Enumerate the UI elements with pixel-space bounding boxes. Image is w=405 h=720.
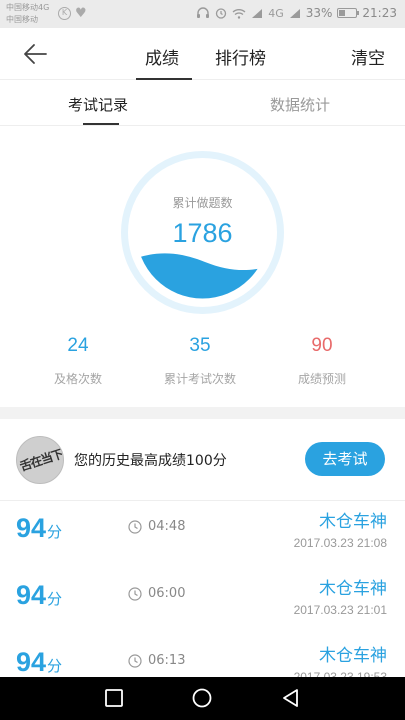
wifi-icon: [232, 8, 246, 19]
tab-score[interactable]: 成绩: [145, 44, 179, 69]
stat-label: 成绩预测: [297, 372, 346, 386]
record-username: 木仓车神: [319, 579, 387, 599]
record-username: 木仓车神: [319, 512, 387, 532]
duration-text: 06:00: [148, 586, 186, 601]
best-score-text: 您的历史最高成绩100分: [74, 453, 227, 469]
system-nav-bar: [0, 677, 405, 720]
duration-text: 06:13: [148, 653, 186, 668]
signal-icon: [252, 8, 263, 18]
top-bar: 成绩 排行榜 清空: [0, 28, 405, 80]
stat-label: 及格次数: [53, 372, 102, 386]
battery-percent: 33%: [305, 6, 333, 20]
back-arrow-icon[interactable]: [22, 42, 48, 66]
record-date: 2017.03.23 21:01: [293, 603, 387, 617]
stat-pass-count: 24 及格次数: [18, 335, 138, 387]
question-count-gauge: 累计做题数 1786: [120, 150, 285, 315]
best-score-row: 舌在当下 您的历史最高成绩100分 去考试: [0, 419, 405, 501]
gauge-value: 1786: [172, 218, 233, 248]
carrier-info: 中国移动4G 中国移动: [6, 2, 49, 26]
stat-value: 90: [311, 335, 333, 356]
clock-icon: [128, 519, 142, 534]
carrier-secondary: 中国移动: [6, 15, 38, 24]
status-bar: 中国移动4G 中国移动 K ♥ 4G 33% 21:23: [0, 0, 405, 28]
subtab-data-statistics[interactable]: 数据统计: [270, 94, 330, 115]
clear-button[interactable]: 清空: [351, 44, 385, 69]
signal-icon-2: [289, 8, 300, 18]
stat-label: 累计考试次数: [163, 372, 236, 386]
nav-back-icon[interactable]: [280, 687, 302, 709]
list-item[interactable]: 94分 06:00 木仓车神 2017.03.23 21:01: [0, 568, 405, 635]
recent-apps-icon[interactable]: [103, 687, 125, 709]
headset-icon: [197, 7, 210, 18]
stat-value: 35: [189, 335, 211, 356]
score-unit: 分: [47, 523, 63, 541]
carrier-primary: 中国移动4G: [6, 3, 50, 12]
record-duration: 06:13: [128, 653, 185, 668]
stat-exam-count: 35 累计考试次数: [140, 335, 260, 387]
gauge-label: 累计做题数: [172, 196, 233, 210]
record-score: 94分: [16, 580, 62, 611]
clock-icon: [128, 653, 142, 668]
battery-icon: [337, 8, 360, 18]
record-score: 94分: [16, 647, 62, 678]
section-divider: [0, 407, 405, 419]
score-value: 94: [16, 580, 47, 610]
active-subtab-indicator: [83, 123, 119, 125]
avatar-text: 舌在当下: [18, 446, 64, 474]
take-exam-button[interactable]: 去考试: [305, 442, 385, 476]
duration-text: 04:48: [148, 519, 186, 534]
sub-tabs: 考试记录 数据统计: [0, 80, 405, 126]
status-left-icons: K ♥: [58, 7, 87, 20]
clock-time: 21:23: [362, 6, 397, 20]
record-date: 2017.03.23 21:08: [293, 536, 387, 550]
heart-icon: ♥: [75, 6, 87, 21]
list-item[interactable]: 94分 04:48 木仓车神 2017.03.23 21:08: [0, 501, 405, 568]
avatar[interactable]: 舌在当下: [16, 436, 64, 484]
score-value: 94: [16, 513, 47, 543]
stat-value: 24: [67, 335, 89, 356]
score-unit: 分: [47, 590, 63, 608]
subtab-exam-records[interactable]: 考试记录: [68, 94, 128, 115]
score-value: 94: [16, 647, 47, 677]
status-right: 4G 33% 21:23: [196, 6, 397, 20]
alarm-icon: [216, 8, 227, 19]
record-duration: 04:48: [128, 519, 185, 534]
network-type: 4G: [268, 6, 284, 20]
score-unit: 分: [47, 657, 63, 675]
k-circle-icon: K: [58, 7, 71, 20]
record-duration: 06:00: [128, 586, 185, 601]
battery-fill: [339, 10, 345, 16]
record-score: 94分: [16, 513, 62, 544]
home-icon[interactable]: [191, 687, 213, 709]
clock-icon: [128, 586, 142, 601]
record-username: 木仓车神: [319, 646, 387, 666]
stat-score-prediction: 90 成绩预测: [262, 335, 382, 387]
tab-ranking[interactable]: 排行榜: [215, 44, 266, 69]
